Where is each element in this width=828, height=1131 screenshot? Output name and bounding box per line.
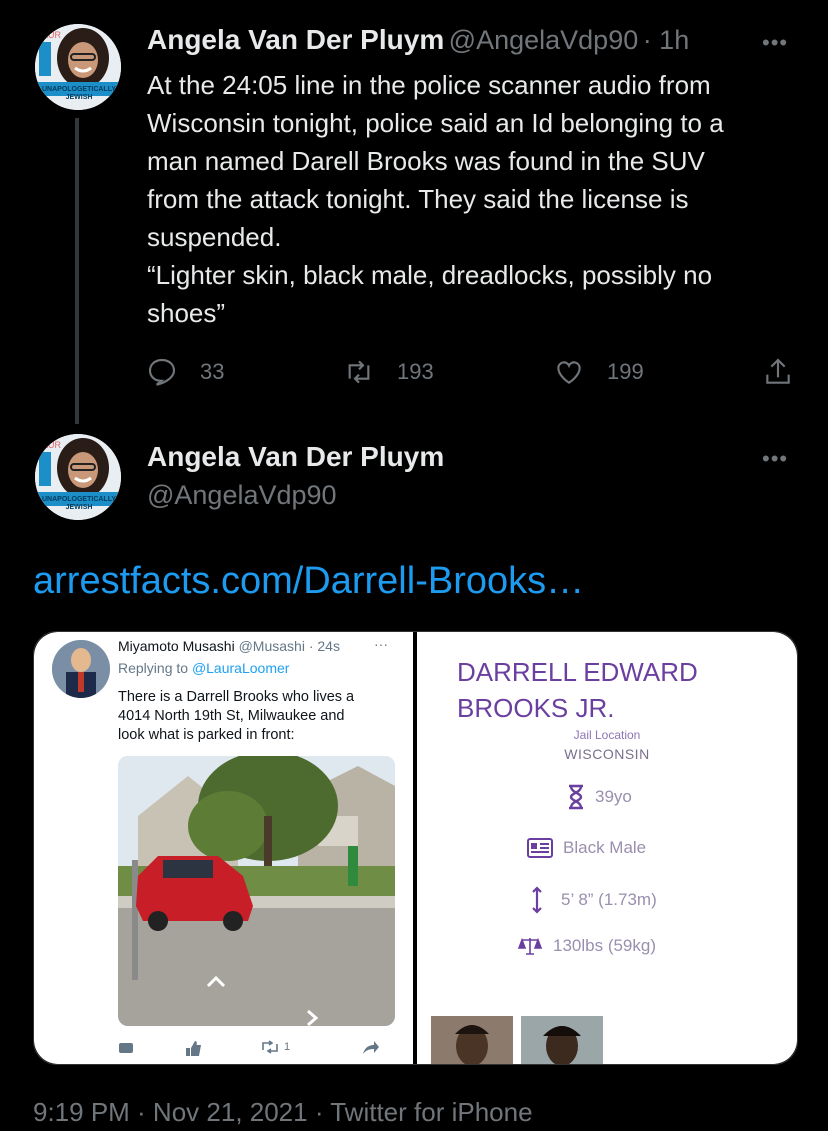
mugshot-photo — [431, 1016, 513, 1064]
tweet-text: At the 24:05 line in the police scanner … — [147, 70, 724, 328]
embedded-header: Miyamoto Musashi @Musashi · 24s — [118, 638, 340, 654]
age-row: 39yo — [567, 784, 632, 810]
reply-icon — [148, 358, 176, 386]
author-name[interactable]: Angela Van Der Pluym — [147, 24, 444, 55]
embedded-tweet-screenshot: Miyamoto Musashi @Musashi · 24s ··· Repl… — [34, 632, 413, 1064]
replying-prefix: Replying to — [118, 660, 192, 676]
retweet-count: 193 — [397, 359, 434, 384]
jail-location-value: WISCONSIN — [564, 746, 650, 762]
author-handle[interactable]: @AngelaVdp90 — [449, 25, 639, 55]
arrest-name-line2: BROOKS JR. — [457, 693, 615, 723]
tweet-timestamp[interactable]: 9:19 PM · Nov 21, 2021 · Twitter for iPh… — [33, 1097, 533, 1128]
embedded-avatar — [52, 640, 110, 698]
attached-image[interactable]: Miyamoto Musashi @Musashi · 24s ··· Repl… — [33, 631, 798, 1065]
embedded-tweet-text: There is a Darrell Brooks who lives a 40… — [118, 689, 355, 743]
arrest-name: DARRELL EDWARD BROOKS JR. — [457, 654, 698, 726]
tweet-link[interactable]: arrestfacts.com/Darrell-Brooks… — [33, 560, 584, 603]
embedded-share-icon — [362, 1040, 380, 1061]
embedded-time: · 24s — [308, 638, 340, 654]
reply-count: 33 — [200, 359, 225, 384]
more-options-icon[interactable]: ••• — [762, 446, 788, 472]
retweet-icon — [348, 360, 370, 384]
embedded-like-icon — [184, 1040, 202, 1061]
arrest-record-screenshot: DARRELL EDWARD BROOKS JR. Jail Location … — [417, 632, 797, 1064]
mugshot-image — [521, 1016, 603, 1064]
replying-to-handle: @LauraLoomer — [191, 660, 290, 676]
share-button[interactable] — [762, 356, 816, 388]
thread-connector-line — [75, 118, 79, 424]
avatar-banner-sub: JEWISH — [65, 504, 93, 511]
height-arrow-icon — [532, 886, 542, 914]
embedded-replying: Replying to @LauraLoomer — [118, 660, 289, 676]
hourglass-icon — [569, 784, 583, 810]
share-icon — [766, 358, 790, 384]
avatar-banner-sub: JEWISH — [65, 94, 93, 101]
avatar-banner: UNAPOLOGETICALLY JEWISH — [36, 496, 122, 512]
jail-location-label: Jail Location — [573, 728, 641, 742]
embedded-retweet: 1 — [260, 1040, 290, 1054]
race-sex-row: Black Male — [527, 838, 646, 858]
like-count: 199 — [607, 359, 644, 384]
race-sex-value: Black Male — [563, 838, 647, 857]
street-photo — [118, 756, 395, 1026]
street-photo-image — [118, 756, 395, 1026]
author-handle[interactable]: @AngelaVdp90 — [147, 480, 337, 511]
embedded-reply-icon — [118, 1042, 140, 1056]
weight-row: 130lbs (59kg) — [517, 936, 656, 956]
avatar-banner: UNAPOLOGETICALLY JEWISH — [36, 86, 122, 102]
weight-value: 130lbs (59kg) — [553, 936, 657, 955]
age-value: 39yo — [595, 787, 632, 806]
mugshot-photo — [521, 1016, 603, 1064]
tweet1-header: Angela Van Der Pluym @AngelaVdp90 · 1h — [147, 24, 689, 56]
embedded-author-handle: @Musashi — [238, 638, 305, 654]
reply-button[interactable]: 33 — [146, 356, 224, 388]
embedded-avatar-image — [52, 640, 110, 698]
mugshot-image — [431, 1016, 513, 1064]
embedded-author-name: Miyamoto Musashi — [118, 638, 235, 654]
avatar-banner-text: UNAPOLOGETICALLY — [41, 86, 117, 93]
heart-icon — [557, 361, 581, 384]
like-button[interactable]: 199 — [553, 356, 644, 388]
embedded-retweet-icon — [262, 1040, 278, 1054]
embedded-retweet-count: 1 — [284, 1041, 291, 1053]
embedded-more-icon: ··· — [374, 636, 388, 652]
tweet-time[interactable]: · 1h — [643, 25, 690, 55]
avatar-banner-text: UNAPOLOGETICALLY — [41, 496, 117, 503]
svg-text:LAUR: LAUR — [37, 440, 62, 450]
height-value: 5’ 8” (1.73m) — [561, 890, 657, 909]
author-name[interactable]: Angela Van Der Pluym — [147, 441, 444, 473]
more-options-icon[interactable]: ••• — [762, 30, 788, 56]
id-card-icon — [527, 838, 553, 858]
arrest-name-line1: DARRELL EDWARD — [457, 657, 698, 687]
retweet-button[interactable]: 193 — [343, 356, 434, 388]
scale-icon — [517, 937, 543, 955]
height-row: 5’ 8” (1.73m) — [531, 886, 657, 914]
svg-text:LAUR: LAUR — [37, 30, 62, 40]
